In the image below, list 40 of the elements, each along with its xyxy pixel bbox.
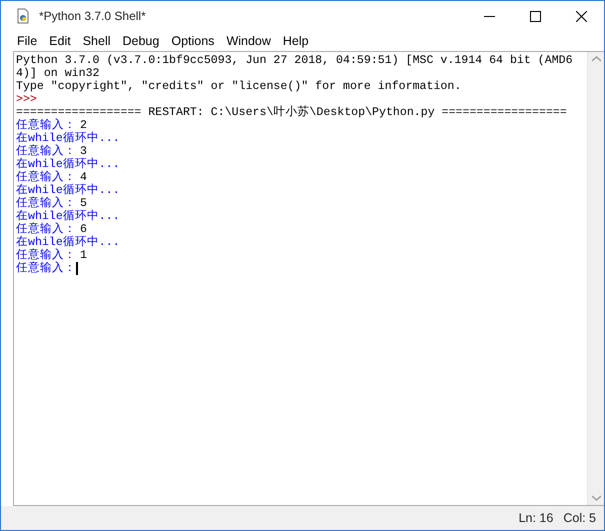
typed-text: 5 [80, 197, 87, 210]
scrollbar[interactable] [587, 52, 604, 505]
menu-item[interactable]: Shell [76, 31, 116, 51]
program-output: 任意输入： [16, 262, 76, 275]
program-output: 在while循环中... [16, 184, 120, 197]
program-output: 在while循环中... [16, 158, 120, 171]
scroll-up-icon [592, 56, 600, 62]
line-number: Ln: 16 [518, 510, 554, 527]
program-output: 任意输入： [16, 119, 76, 132]
menu-item[interactable]: Help [276, 31, 315, 51]
text-cursor [76, 262, 78, 275]
window-title: *Python 3.7.0 Shell* [39, 8, 146, 25]
menu-item[interactable]: Edit [43, 31, 77, 51]
menu-item[interactable]: Options [165, 31, 220, 51]
app-icon [15, 8, 31, 24]
menu-item[interactable]: File [11, 31, 44, 51]
column-number: Col: 5 [563, 510, 596, 527]
output-text: Type "copyright", "credits" or "license()" for more information. [16, 80, 462, 93]
output-text: 4)] on win32 [16, 67, 100, 80]
menu-item[interactable]: Debug [116, 31, 166, 51]
maximize-icon [530, 10, 540, 22]
program-output: 在while循环中... [16, 236, 120, 249]
typed-text: 6 [80, 223, 87, 236]
program-output: 任意输入： [16, 145, 76, 158]
program-output: 任意输入： [16, 197, 76, 210]
typed-text: 4 [80, 171, 87, 184]
program-output: 任意输入： [16, 249, 76, 262]
output-text: ================== RESTART: C:\Users\叶小苏\Desktop\Python.py ================== [16, 106, 567, 119]
program-output: 任意输入： [16, 171, 76, 184]
menu-item[interactable]: Window [220, 31, 277, 51]
program-output: 在while循环中... [16, 210, 120, 223]
typed-text: 3 [80, 145, 87, 158]
close-icon [576, 10, 586, 22]
program-output: 在while循环中... [16, 132, 120, 145]
typed-text: 1 [80, 249, 87, 262]
program-output: 任意输入： [16, 223, 76, 236]
typed-text: 2 [80, 119, 87, 132]
output-text: Python 3.7.0 (v3.7.0:1bf9cc5093, Jun 27 2018, 04:59:51) [MSC v.1914 64 bit (AMD6 [16, 54, 573, 67]
prompt-text: >>> [16, 93, 37, 106]
scroll-down-icon [592, 495, 600, 501]
